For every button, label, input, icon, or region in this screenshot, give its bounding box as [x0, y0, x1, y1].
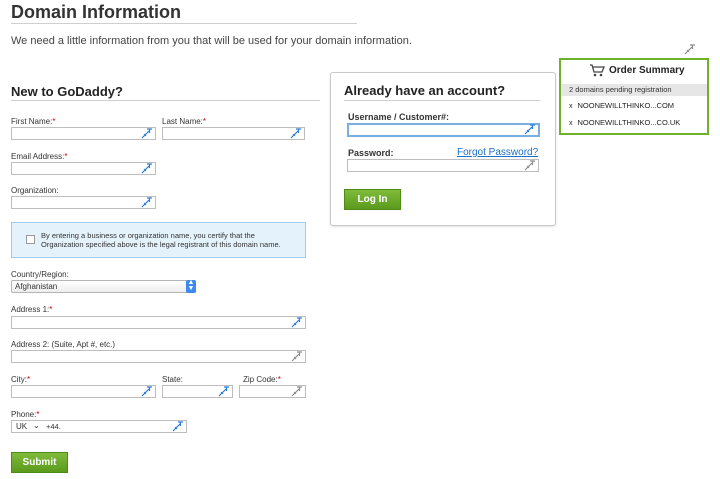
remove-domain-icon[interactable]: x: [569, 120, 573, 127]
last-name-label: Last Name:*: [162, 117, 207, 126]
new-customer-heading: New to GoDaddy?: [11, 84, 123, 99]
login-heading: Already have an account?: [344, 83, 506, 98]
registrant-notice: By entering a business or organization n…: [11, 222, 306, 258]
pending-registration-text: 2 domains pending registration: [561, 84, 707, 96]
zip-label: Zip Code:*: [243, 375, 281, 384]
state-field[interactable]: [162, 385, 233, 402]
organization-input[interactable]: [12, 202, 155, 213]
key-icon[interactable]: [141, 386, 153, 397]
address2-label: Address 2: (Suite, Apt #, etc.): [11, 340, 116, 349]
key-icon[interactable]: [290, 128, 302, 139]
key-icon[interactable]: [141, 197, 153, 208]
chevron-down-icon[interactable]: ⌄: [33, 421, 40, 431]
login-divider: [344, 100, 540, 101]
phone-label: Phone:*: [11, 410, 40, 419]
key-icon[interactable]: [524, 160, 536, 171]
organization-field[interactable]: [11, 196, 156, 213]
username-label: Username / Customer#:: [348, 112, 450, 122]
select-arrows-icon[interactable]: ▲ ▼: [186, 279, 196, 293]
country-selected-value: Afghanistan: [15, 282, 58, 291]
address1-label: Address 1:*: [11, 305, 53, 314]
email-input[interactable]: [12, 168, 155, 179]
domain-item: x NOONEWILLTHINKO...CO.UK: [569, 118, 680, 127]
password-field[interactable]: [347, 159, 539, 176]
registrant-notice-text: By entering a business or organization n…: [41, 231, 281, 249]
address2-input[interactable]: [12, 356, 305, 367]
zip-field[interactable]: [239, 385, 306, 402]
email-label: Email Address:*: [11, 152, 68, 161]
key-icon[interactable]: [172, 421, 184, 432]
first-name-field[interactable]: [11, 127, 156, 144]
submit-button[interactable]: Submit: [11, 452, 68, 473]
last-name-field[interactable]: [162, 127, 305, 144]
country-label: Country/Region:: [11, 270, 69, 279]
order-summary-title: Order Summary: [609, 65, 685, 76]
country-select[interactable]: Afghanistan ▲ ▼: [11, 279, 196, 293]
state-label: State:: [162, 375, 183, 384]
registrant-checkbox[interactable]: [26, 235, 35, 244]
phone-country-select[interactable]: UK: [16, 421, 27, 432]
cart-icon: [590, 64, 605, 77]
phone-prefix: +44.: [46, 422, 61, 431]
domain-item: x NOONEWILLTHINKO...COM: [569, 101, 674, 110]
first-name-label: First Name:*: [11, 117, 56, 126]
city-label: City:*: [11, 375, 31, 384]
address2-field[interactable]: [11, 350, 306, 367]
domain-name: NOONEWILLTHINKO...CO.UK: [577, 118, 681, 127]
title-divider: [11, 23, 357, 24]
email-field[interactable]: [11, 162, 156, 179]
forgot-password-link[interactable]: Forgot Password?: [457, 147, 538, 158]
login-button[interactable]: Log In: [344, 189, 401, 210]
login-panel: Already have an account? Username / Cust…: [330, 72, 556, 226]
order-summary-panel: Order Summary 2 domains pending registra…: [559, 58, 709, 135]
domain-name: NOONEWILLTHINKO...COM: [577, 101, 675, 110]
key-icon[interactable]: [218, 386, 230, 397]
username-input[interactable]: [349, 130, 538, 141]
organization-label: Organization:: [11, 186, 59, 195]
first-name-input[interactable]: [12, 133, 155, 144]
city-field[interactable]: [11, 385, 156, 402]
address1-field[interactable]: [11, 316, 306, 333]
city-input[interactable]: [12, 391, 155, 402]
new-customer-divider: [11, 100, 320, 101]
key-icon[interactable]: [524, 124, 536, 135]
last-name-input[interactable]: [163, 133, 304, 144]
username-field[interactable]: [347, 123, 540, 141]
page-title: Domain Information: [11, 2, 181, 22]
key-icon[interactable]: [291, 317, 303, 328]
address1-input[interactable]: [12, 322, 305, 333]
intro-text: We need a little information from you th…: [11, 35, 412, 47]
key-icon: [684, 44, 696, 55]
key-icon[interactable]: [291, 351, 303, 362]
key-icon[interactable]: [291, 386, 303, 397]
key-icon[interactable]: [141, 163, 153, 174]
password-label: Password:: [348, 148, 394, 158]
key-icon[interactable]: [141, 128, 153, 139]
phone-field[interactable]: UK ⌄ +44.: [11, 420, 187, 433]
password-input[interactable]: [348, 165, 538, 176]
remove-domain-icon[interactable]: x: [569, 103, 573, 110]
